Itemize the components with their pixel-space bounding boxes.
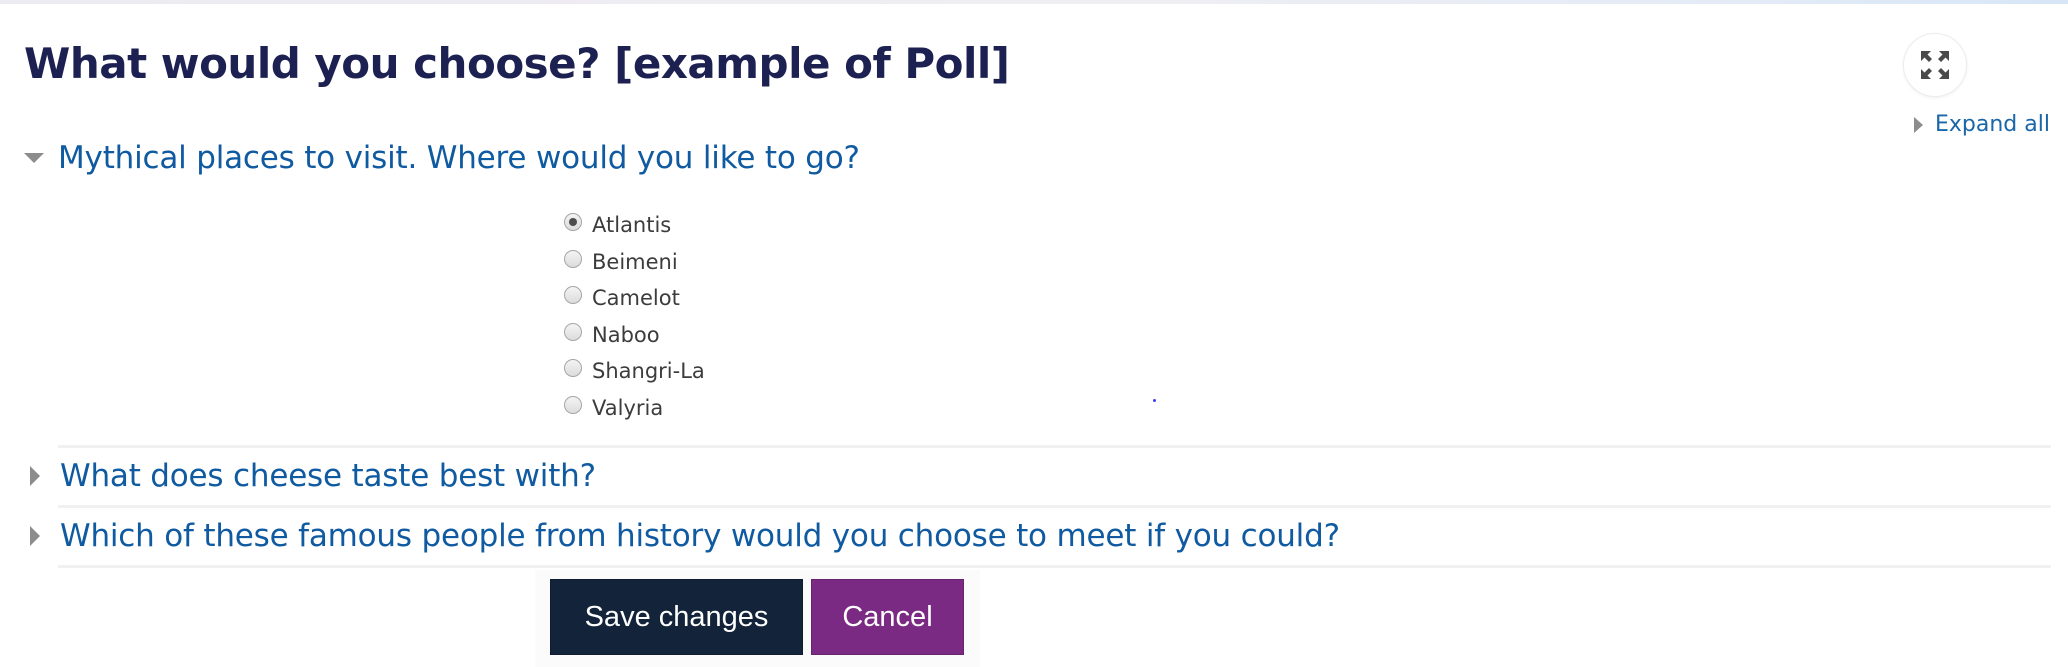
expand-arrows-icon [1921,51,1949,79]
poll-option-atlantis[interactable]: Atlantis [564,207,705,244]
section-header-famous-people[interactable]: Which of these famous people from histor… [24,518,1340,554]
option-label: Naboo [592,322,660,347]
section-title: What does cheese taste best with? [60,458,596,494]
section-divider [58,565,2051,568]
option-label: Shangri-La [592,359,705,384]
poll-option-beimeni[interactable]: Beimeni [564,244,705,281]
save-changes-button[interactable]: Save changes [550,579,803,655]
top-border-strip [0,0,2068,4]
section-divider [58,505,2051,508]
radio-button[interactable] [564,395,582,414]
option-label: Atlantis [592,213,672,238]
option-label: Valyria [592,395,664,420]
option-label: Beimeni [592,249,678,274]
cursor-dot [1153,399,1156,402]
fullscreen-toggle-button[interactable] [1903,33,1967,97]
caret-down-icon [24,153,44,163]
poll-option-valyria[interactable]: Valyria [564,390,705,427]
section-title: Mythical places to visit. Where would yo… [58,140,860,176]
expand-all-link[interactable]: Expand all [1914,112,2050,137]
cancel-button[interactable]: Cancel [811,579,964,655]
section-divider [58,445,2051,448]
radio-button[interactable] [564,359,582,378]
caret-right-icon [30,466,40,486]
page-title: What would you choose? [example of Poll] [24,39,1010,88]
poll-option-naboo[interactable]: Naboo [564,317,705,354]
radio-button[interactable] [564,249,582,268]
section-title: Which of these famous people from histor… [60,518,1340,554]
radio-button[interactable] [564,213,582,232]
radio-button[interactable] [564,322,582,341]
poll-options-list: Atlantis Beimeni Camelot Naboo Shangri-L… [564,207,705,426]
poll-option-shangri-la[interactable]: Shangri-La [564,353,705,390]
section-header-mythical-places[interactable]: Mythical places to visit. Where would yo… [24,140,860,176]
section-header-cheese[interactable]: What does cheese taste best with? [24,458,596,494]
option-label: Camelot [592,286,680,311]
expand-all-label: Expand all [1935,112,2050,137]
caret-right-icon [1914,116,1923,133]
poll-option-camelot[interactable]: Camelot [564,280,705,317]
radio-button[interactable] [564,286,582,305]
caret-right-icon [30,526,40,546]
